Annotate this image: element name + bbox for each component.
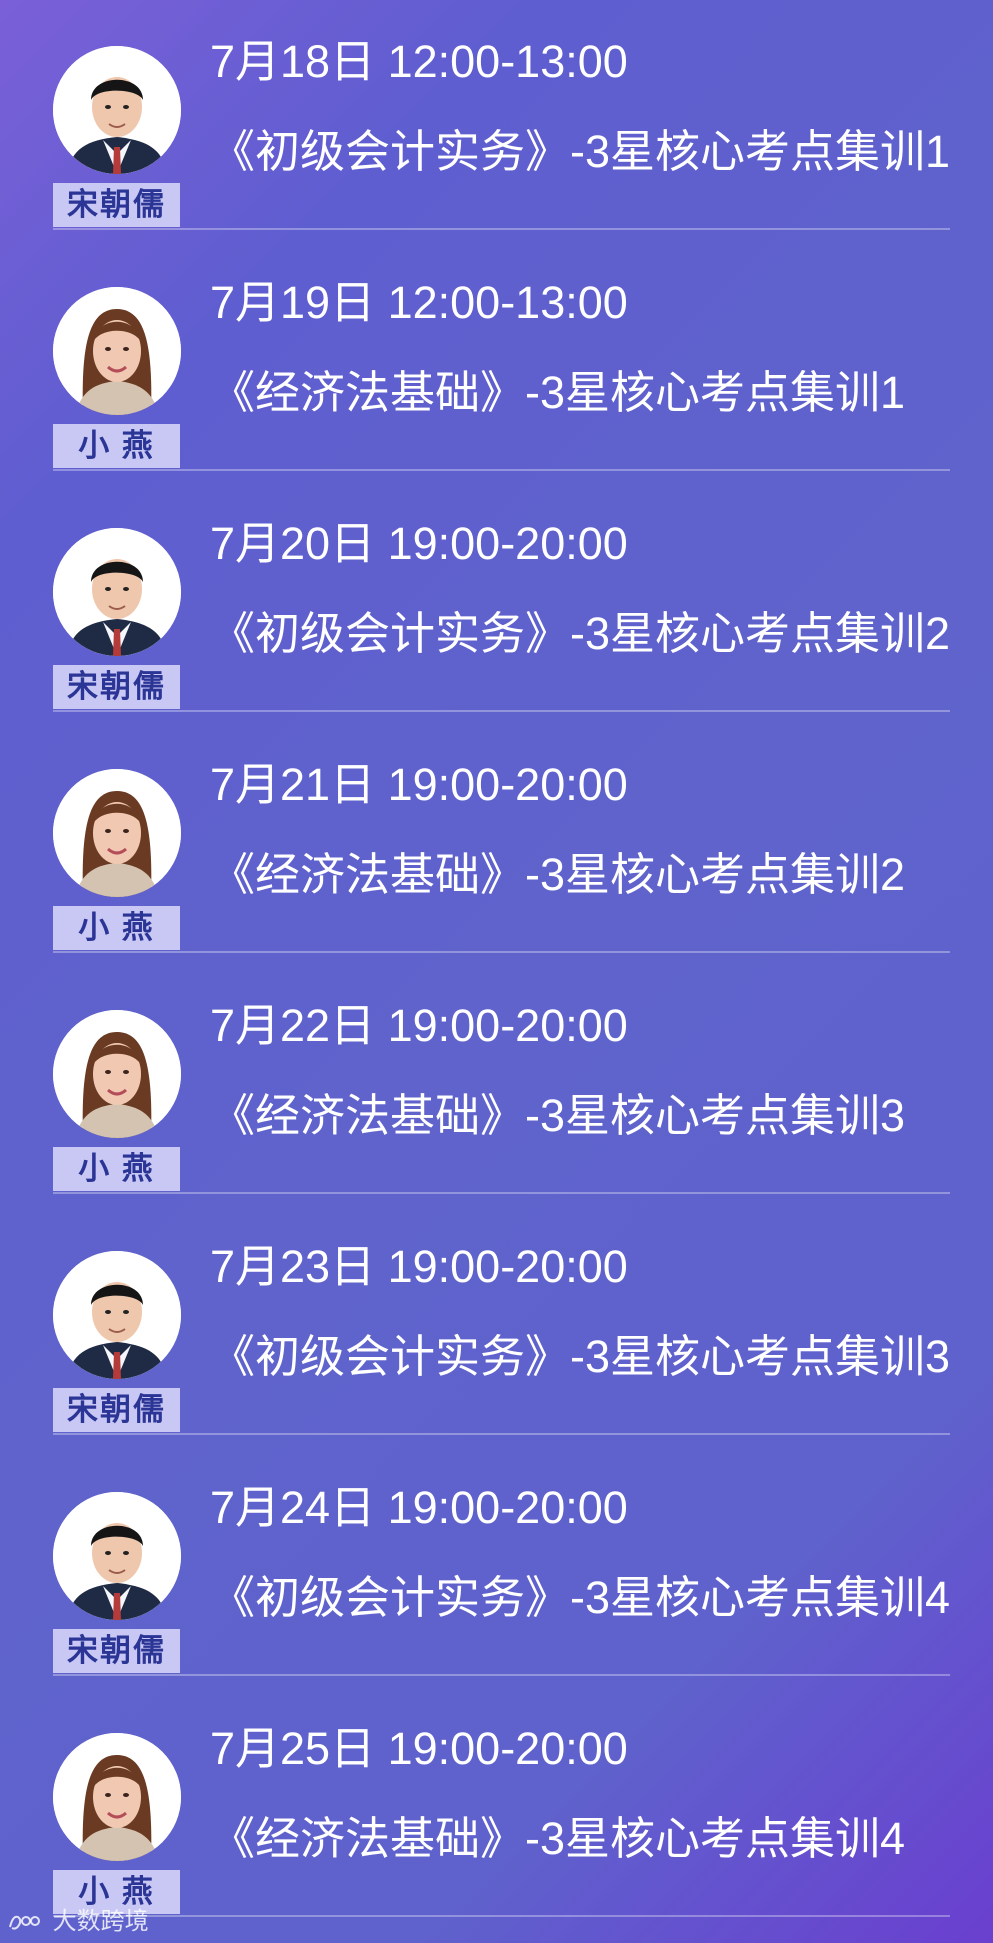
session-date-time: 7月25日 19:00-20:00 [210,1723,628,1774]
session-date-time: 7月20日 19:00-20:00 [210,518,628,569]
course-title: 《经济法基础》-3星核心考点集训1 [210,367,906,418]
session-date-time: 7月19日 12:00-13:00 [210,277,628,328]
session-date-time: 7月21日 19:00-20:00 [210,759,628,810]
row-divider [53,951,950,953]
course-title: 《经济法基础》-3星核心考点集训2 [210,849,906,900]
instructor-name-tag: 宋朝儒 [53,1388,180,1432]
instructor-name-tag: 宋朝儒 [53,1629,180,1673]
row-divider [53,1433,950,1435]
row-divider [53,228,950,230]
instructor-name-tag: 小 燕 [53,1147,180,1191]
female-instructor-avatar [53,1733,181,1861]
course-title: 《初级会计实务》-3星核心考点集训2 [210,608,951,659]
male-instructor-avatar [53,1492,181,1620]
schedule-row: 宋朝儒 7月24日 19:00-20:00 《初级会计实务》-3星核心考点集训4 [0,1446,993,1687]
session-date-time: 7月22日 19:00-20:00 [210,1000,628,1051]
course-title: 《初级会计实务》-3星核心考点集训4 [210,1572,951,1623]
instructor-name-tag: 宋朝儒 [53,665,180,709]
course-title: 《经济法基础》-3星核心考点集训3 [210,1090,906,1141]
schedule-row: 宋朝儒 7月18日 12:00-13:00 《初级会计实务》-3星核心考点集训1 [0,0,993,241]
schedule-row: 宋朝儒 7月23日 19:00-20:00 《初级会计实务》-3星核心考点集训3 [0,1205,993,1446]
course-title: 《经济法基础》-3星核心考点集训4 [210,1813,906,1864]
row-divider [53,469,950,471]
watermark-text: 大数跨境 [52,1908,149,1935]
male-instructor-avatar [53,528,181,656]
female-instructor-avatar [53,769,181,897]
course-title: 《初级会计实务》-3星核心考点集训3 [210,1331,951,1382]
instructor-name-tag: 小 燕 [53,906,180,950]
session-date-time: 7月18日 12:00-13:00 [210,36,628,87]
session-date-time: 7月23日 19:00-20:00 [210,1241,628,1292]
schedule-row: 小 燕 7月22日 19:00-20:00 《经济法基础》-3星核心考点集训3 [0,964,993,1205]
schedule-row: 小 燕 7月19日 12:00-13:00 《经济法基础》-3星核心考点集训1 [0,241,993,482]
male-instructor-avatar [53,46,181,174]
session-date-time: 7月24日 19:00-20:00 [210,1482,628,1533]
male-instructor-avatar [53,1251,181,1379]
row-divider [53,1192,950,1194]
watermark: 大数跨境 [8,1908,149,1936]
course-title: 《初级会计实务》-3星核心考点集训1 [210,126,951,177]
row-divider [53,710,950,712]
schedule-row: 宋朝儒 7月20日 19:00-20:00 《初级会计实务》-3星核心考点集训2 [0,482,993,723]
schedule-list: 宋朝儒 7月18日 12:00-13:00 《初级会计实务》-3星核心考点集训1… [0,0,993,1943]
row-divider [53,1674,950,1676]
schedule-row: 小 燕 7月25日 19:00-20:00 《经济法基础》-3星核心考点集训4 [0,1687,993,1928]
female-instructor-avatar [53,287,181,415]
instructor-name-tag: 宋朝儒 [53,183,180,227]
instructor-name-tag: 小 燕 [53,424,180,468]
watermark-logo-icon [9,1915,40,1930]
row-divider [53,1915,950,1917]
schedule-row: 小 燕 7月21日 19:00-20:00 《经济法基础》-3星核心考点集训2 [0,723,993,964]
female-instructor-avatar [53,1010,181,1138]
